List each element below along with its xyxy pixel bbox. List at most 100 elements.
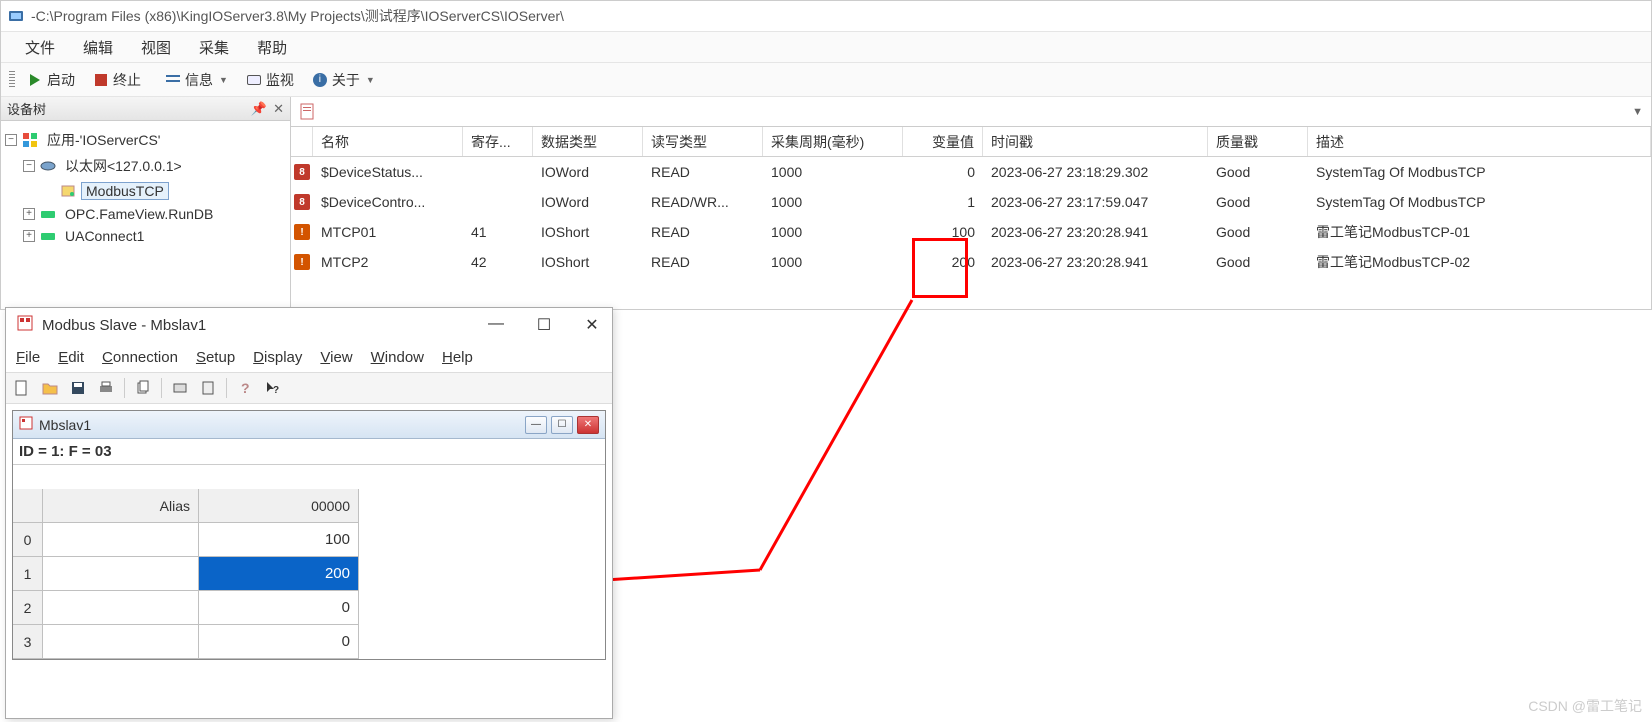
- cell-readwrite: READ: [643, 157, 763, 187]
- about-button[interactable]: i关于▼: [306, 68, 381, 92]
- col-name[interactable]: 名称: [313, 127, 463, 156]
- cell-description: SystemTag Of ModbusTCP: [1308, 157, 1651, 187]
- dropdown-icon[interactable]: ▼: [1632, 106, 1643, 118]
- col-address[interactable]: 00000: [199, 489, 359, 523]
- menu-setup[interactable]: Setup: [196, 349, 235, 366]
- cell-value[interactable]: 100: [199, 523, 359, 557]
- tree-opc[interactable]: + OPC.FameView.RunDB: [5, 203, 286, 225]
- menu-display[interactable]: Display: [253, 349, 302, 366]
- close-button[interactable]: ✕: [582, 315, 602, 335]
- expander-icon[interactable]: −: [5, 134, 17, 146]
- menu-connection[interactable]: Connection: [102, 349, 178, 366]
- open-icon[interactable]: [40, 378, 60, 398]
- expander-icon[interactable]: +: [23, 230, 35, 242]
- table-row[interactable]: !MTCP242IOShortREAD10002002023-06-27 23:…: [291, 247, 1651, 277]
- monitor-button[interactable]: 监视: [240, 68, 300, 92]
- col-readwrite[interactable]: 读写类型: [643, 127, 763, 156]
- save-icon[interactable]: [68, 378, 88, 398]
- minimize-button[interactable]: —: [486, 315, 506, 335]
- menu-file[interactable]: File: [16, 349, 40, 366]
- expander-icon[interactable]: −: [23, 160, 35, 172]
- start-button[interactable]: 启动: [21, 68, 81, 92]
- inner-titlebar: Mbslav1 — ☐ ✕: [13, 411, 605, 439]
- menu-file[interactable]: 文件: [13, 33, 67, 62]
- new-icon[interactable]: [12, 378, 32, 398]
- cell-register: 41: [463, 217, 533, 247]
- help-icon[interactable]: ?: [235, 378, 255, 398]
- tag-grid: 名称 寄存... 数据类型 读写类型 采集周期(毫秒) 变量值 时间戳 质量戳 …: [291, 127, 1651, 309]
- cell-value: 0: [903, 157, 983, 187]
- document-icon[interactable]: [299, 103, 317, 121]
- cell-datatype: IOWord: [533, 187, 643, 217]
- close-panel-icon[interactable]: ✕: [273, 101, 284, 117]
- modbus-register-grid: Alias 00000 010012002030: [13, 489, 605, 659]
- cell-quality: Good: [1208, 157, 1308, 187]
- info-button[interactable]: 信息▼: [159, 68, 234, 92]
- cell-index: 3: [13, 625, 43, 659]
- stop-button[interactable]: 终止: [87, 68, 147, 92]
- app-icon: [7, 8, 25, 24]
- table-row[interactable]: !MTCP0141IOShortREAD10001002023-06-27 23…: [291, 217, 1651, 247]
- cell-description: 雷工笔记ModbusTCP-02: [1308, 247, 1651, 277]
- inner-maximize-button[interactable]: ☐: [551, 416, 573, 434]
- col-alias[interactable]: Alias: [43, 489, 199, 523]
- col-value[interactable]: 变量值: [903, 127, 983, 156]
- cell-index: 1: [13, 557, 43, 591]
- tool-icon[interactable]: [170, 378, 190, 398]
- col-register[interactable]: 寄存...: [463, 127, 533, 156]
- menubar: 文件 编辑 视图 采集 帮助: [1, 31, 1651, 63]
- col-cycle[interactable]: 采集周期(毫秒): [763, 127, 903, 156]
- svg-text:?: ?: [273, 385, 279, 396]
- tree-ua[interactable]: + UAConnect1: [5, 225, 286, 247]
- menu-help[interactable]: 帮助: [245, 33, 299, 62]
- cell-readwrite: READ: [643, 217, 763, 247]
- cell-alias[interactable]: [43, 591, 199, 625]
- cell-alias[interactable]: [43, 557, 199, 591]
- copy-icon[interactable]: [133, 378, 153, 398]
- col-quality[interactable]: 质量戳: [1208, 127, 1308, 156]
- cell-value[interactable]: 200: [199, 557, 359, 591]
- expander-icon[interactable]: +: [23, 208, 35, 220]
- col-timestamp[interactable]: 时间戳: [983, 127, 1208, 156]
- main-area: ▼ 名称 寄存... 数据类型 读写类型 采集周期(毫秒) 变量值 时间戳 质量…: [291, 97, 1651, 309]
- tree-ua-label: UAConnect1: [61, 228, 148, 244]
- menu-edit[interactable]: 编辑: [71, 33, 125, 62]
- tree-opc-label: OPC.FameView.RunDB: [61, 206, 217, 222]
- cell-timestamp: 2023-06-27 23:20:28.941: [983, 247, 1208, 277]
- tree-modbus[interactable]: ModbusTCP: [5, 179, 286, 203]
- tree-ethernet[interactable]: − 以太网<127.0.0.1>: [5, 153, 286, 179]
- menu-edit[interactable]: Edit: [58, 349, 84, 366]
- menu-view[interactable]: 视图: [129, 33, 183, 62]
- cell-quality: Good: [1208, 187, 1308, 217]
- menu-help[interactable]: Help: [442, 349, 473, 366]
- modbus-title: Modbus Slave - Mbslav1: [42, 317, 206, 334]
- col-description[interactable]: 描述: [1308, 127, 1651, 156]
- col-datatype[interactable]: 数据类型: [533, 127, 643, 156]
- tool-icon[interactable]: [198, 378, 218, 398]
- register-row[interactable]: 30: [13, 625, 605, 659]
- cell-value[interactable]: 0: [199, 591, 359, 625]
- menu-view[interactable]: View: [320, 349, 352, 366]
- watermark: CSDN @雷工笔记: [1528, 696, 1642, 716]
- panel-title: 设备树: [7, 99, 46, 118]
- menu-collect[interactable]: 采集: [187, 33, 241, 62]
- register-row[interactable]: 0100: [13, 523, 605, 557]
- inner-close-button[interactable]: ✕: [577, 416, 599, 434]
- maximize-button[interactable]: ☐: [534, 315, 554, 335]
- cell-readwrite: READ: [643, 247, 763, 277]
- whatsthis-icon[interactable]: ?: [263, 378, 283, 398]
- cell-value[interactable]: 0: [199, 625, 359, 659]
- table-row[interactable]: 8$DeviceContro...IOWordREAD/WR...1000120…: [291, 187, 1651, 217]
- print-icon[interactable]: [96, 378, 116, 398]
- cell-description: SystemTag Of ModbusTCP: [1308, 187, 1651, 217]
- titlebar: -C:\Program Files (x86)\KingIOServer3.8\…: [1, 1, 1651, 31]
- register-row[interactable]: 20: [13, 591, 605, 625]
- register-row[interactable]: 1 200: [13, 557, 605, 591]
- inner-minimize-button[interactable]: —: [525, 416, 547, 434]
- menu-window[interactable]: Window: [371, 349, 424, 366]
- table-row[interactable]: 8$DeviceStatus...IOWordREAD100002023-06-…: [291, 157, 1651, 187]
- pin-icon[interactable]: 📌: [251, 101, 267, 117]
- cell-alias[interactable]: [43, 625, 199, 659]
- cell-alias[interactable]: [43, 523, 199, 557]
- tree-root[interactable]: − 应用-'IOServerCS': [5, 127, 286, 153]
